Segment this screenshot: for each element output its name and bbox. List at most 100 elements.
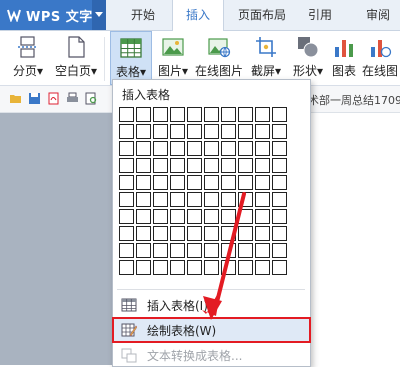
table-grid-cell[interactable] — [221, 209, 236, 224]
table-grid-cell[interactable] — [204, 243, 219, 258]
table-grid-cell[interactable] — [170, 124, 185, 139]
table-grid-cell[interactable] — [238, 260, 253, 275]
table-grid-cell[interactable] — [153, 107, 168, 122]
table-grid-cell[interactable] — [221, 124, 236, 139]
screenshot-button[interactable]: 截屏▾ — [246, 31, 286, 85]
table-grid-cell[interactable] — [255, 124, 270, 139]
open-folder-icon[interactable] — [9, 92, 22, 105]
table-grid-cell[interactable] — [187, 158, 202, 173]
table-grid-cell[interactable] — [119, 124, 134, 139]
table-grid-cell[interactable] — [255, 175, 270, 190]
table-grid-cell[interactable] — [272, 158, 287, 173]
table-grid-cell[interactable] — [136, 209, 151, 224]
table-grid-cell[interactable] — [119, 243, 134, 258]
wps-menu-button[interactable]: WPS 文字 — [0, 0, 103, 30]
table-grid-cell[interactable] — [119, 158, 134, 173]
table-grid-cell[interactable] — [204, 209, 219, 224]
table-grid-cell[interactable] — [170, 175, 185, 190]
table-grid-cell[interactable] — [153, 124, 168, 139]
online-chart-button[interactable]: 在线图 — [360, 31, 400, 85]
table-grid-cell[interactable] — [187, 226, 202, 241]
online-picture-button[interactable]: 在线图片 — [194, 31, 244, 85]
table-grid-cell[interactable] — [255, 107, 270, 122]
wps-menu-dropdown[interactable] — [92, 0, 106, 30]
table-grid-cell[interactable] — [204, 175, 219, 190]
table-grid-cell[interactable] — [153, 141, 168, 156]
table-grid-cell[interactable] — [136, 192, 151, 207]
table-grid-cell[interactable] — [238, 209, 253, 224]
table-grid-cell[interactable] — [136, 243, 151, 258]
table-grid-cell[interactable] — [204, 192, 219, 207]
table-grid-cell[interactable] — [204, 124, 219, 139]
table-button[interactable]: 表格▾ — [110, 31, 152, 85]
table-grid-cell[interactable] — [221, 107, 236, 122]
table-grid-cell[interactable] — [153, 209, 168, 224]
table-grid-cell[interactable] — [272, 192, 287, 207]
table-grid-cell[interactable] — [170, 141, 185, 156]
print-icon[interactable] — [66, 92, 79, 105]
save-icon[interactable] — [28, 92, 41, 105]
table-grid-cell[interactable] — [119, 209, 134, 224]
blank-page-button[interactable]: 空白页▾ — [52, 31, 100, 85]
tab-insert[interactable]: 插入 — [172, 0, 224, 31]
table-grid-cell[interactable] — [272, 243, 287, 258]
table-grid-cell[interactable] — [136, 260, 151, 275]
table-grid-cell[interactable] — [238, 107, 253, 122]
table-grid-cell[interactable] — [272, 260, 287, 275]
table-grid-cell[interactable] — [255, 243, 270, 258]
table-grid-cell[interactable] — [238, 192, 253, 207]
table-grid-cell[interactable] — [238, 158, 253, 173]
table-grid-cell[interactable] — [136, 141, 151, 156]
table-grid-cell[interactable] — [255, 141, 270, 156]
table-grid-cell[interactable] — [187, 107, 202, 122]
shape-button[interactable]: 形状▾ — [288, 31, 328, 85]
table-grid-cell[interactable] — [238, 226, 253, 241]
table-grid-cell[interactable] — [170, 243, 185, 258]
chart-button[interactable]: 图表 — [329, 31, 359, 85]
tab-home[interactable]: 开始 — [120, 0, 166, 30]
table-grid-cell[interactable] — [136, 226, 151, 241]
table-grid-cell[interactable] — [255, 192, 270, 207]
table-grid-cell[interactable] — [170, 192, 185, 207]
table-grid-cell[interactable] — [221, 243, 236, 258]
table-size-grid[interactable] — [119, 107, 287, 275]
table-grid-cell[interactable] — [153, 260, 168, 275]
tab-page-layout[interactable]: 页面布局 — [230, 0, 294, 30]
table-grid-cell[interactable] — [238, 175, 253, 190]
table-grid-cell[interactable] — [272, 124, 287, 139]
table-grid-cell[interactable] — [221, 226, 236, 241]
tab-review[interactable]: 审阅 — [358, 0, 398, 30]
table-grid-cell[interactable] — [272, 226, 287, 241]
table-grid-cell[interactable] — [119, 226, 134, 241]
table-grid-cell[interactable] — [272, 141, 287, 156]
insert-table-item[interactable]: 插入表格(I) — [114, 294, 309, 316]
text-to-table-item[interactable]: 文本转换成表格... — [114, 344, 309, 366]
table-grid-cell[interactable] — [136, 158, 151, 173]
table-grid-cell[interactable] — [255, 209, 270, 224]
table-grid-cell[interactable] — [136, 107, 151, 122]
table-grid-cell[interactable] — [187, 192, 202, 207]
table-grid-cell[interactable] — [170, 107, 185, 122]
table-grid-cell[interactable] — [272, 209, 287, 224]
table-grid-cell[interactable] — [170, 226, 185, 241]
export-pdf-icon[interactable] — [47, 92, 60, 105]
table-grid-cell[interactable] — [272, 175, 287, 190]
table-grid-cell[interactable] — [187, 141, 202, 156]
table-grid-cell[interactable] — [119, 175, 134, 190]
page-break-button[interactable]: 分页▾ — [8, 31, 48, 85]
table-grid-cell[interactable] — [153, 226, 168, 241]
table-grid-cell[interactable] — [238, 243, 253, 258]
print-preview-icon[interactable] — [85, 92, 98, 105]
table-grid-cell[interactable] — [119, 141, 134, 156]
picture-button[interactable]: 图片▾ — [154, 31, 192, 85]
table-grid-cell[interactable] — [170, 158, 185, 173]
table-grid-cell[interactable] — [204, 226, 219, 241]
table-grid-cell[interactable] — [187, 243, 202, 258]
document-tab-title[interactable]: 术部一周总结1709 — [308, 92, 400, 108]
table-grid-cell[interactable] — [255, 226, 270, 241]
table-grid-cell[interactable] — [119, 107, 134, 122]
table-grid-cell[interactable] — [238, 141, 253, 156]
table-grid-cell[interactable] — [204, 260, 219, 275]
table-grid-cell[interactable] — [187, 260, 202, 275]
table-grid-cell[interactable] — [153, 175, 168, 190]
